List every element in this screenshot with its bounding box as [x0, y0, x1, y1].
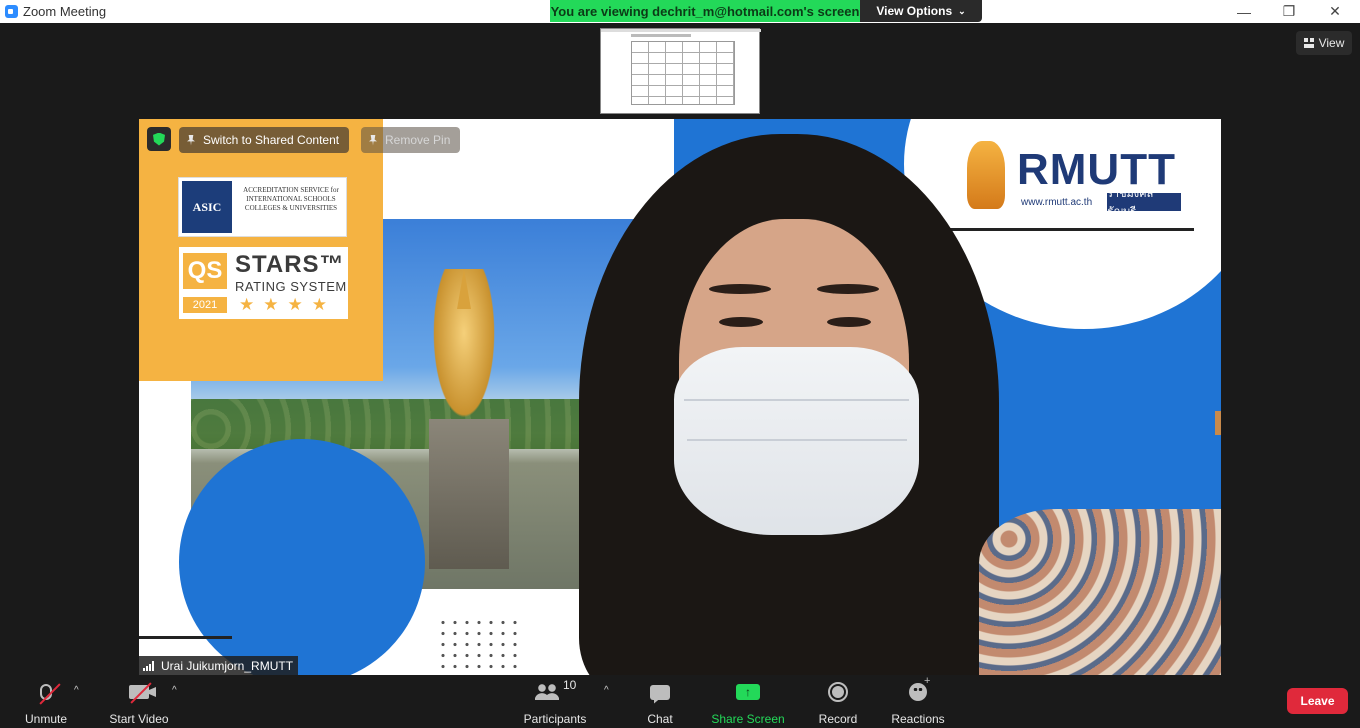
- participants-options-caret[interactable]: ^: [604, 685, 609, 696]
- background-blue-circle: [179, 439, 425, 675]
- rmutt-thai-name: ราชมงคลธัญบุรี: [1107, 188, 1181, 218]
- rmutt-url: www.rmutt.ac.th: [1021, 197, 1093, 208]
- speaker-shirt: [979, 509, 1221, 675]
- minimize-button[interactable]: —: [1221, 0, 1267, 23]
- start-video-label: Start Video: [109, 712, 169, 726]
- pin-icon: [187, 134, 195, 146]
- background-edge-mark: [1215, 411, 1221, 435]
- switch-to-shared-content-label: Switch to Shared Content: [203, 133, 340, 147]
- zoom-app-icon: [5, 5, 18, 18]
- signal-icon: [143, 660, 155, 671]
- reactions-icon: [909, 675, 930, 701]
- shield-icon: [153, 132, 165, 146]
- restore-button[interactable]: ❐: [1266, 0, 1312, 23]
- unmute-button[interactable]: Unmute: [22, 680, 70, 726]
- window-title: Zoom Meeting: [23, 4, 107, 19]
- chat-label: Chat: [647, 712, 673, 726]
- participant-name: Urai Juikumjorn_RMUTT: [161, 658, 294, 673]
- asic-mark: ASIC: [182, 181, 232, 233]
- view-options-label: View Options: [876, 4, 953, 18]
- unmute-label: Unmute: [24, 712, 68, 726]
- video-options-caret[interactable]: ^: [172, 685, 177, 696]
- remove-pin-button[interactable]: Remove Pin: [361, 127, 461, 153]
- pin-icon: [369, 134, 377, 146]
- speaker-eyebrow-right: [817, 284, 879, 294]
- participants-label: Participants: [523, 712, 587, 726]
- thumbnail-heading: [631, 34, 691, 37]
- qs-stars-text: STARS™: [235, 251, 345, 278]
- start-video-button[interactable]: Start Video: [106, 680, 172, 726]
- encryption-shield-icon[interactable]: [147, 127, 171, 151]
- reactions-button[interactable]: Reactions: [890, 675, 946, 726]
- chat-icon: [650, 684, 670, 700]
- asic-text: ACCREDITATION SERVICE for INTERNATIONAL …: [243, 186, 339, 212]
- speaker-eye-left: [719, 317, 763, 327]
- close-button[interactable]: ✕: [1312, 0, 1358, 23]
- background-dot-pattern: [437, 617, 523, 673]
- rmutt-crest-icon: [967, 141, 1005, 209]
- thumbnail-toolbar: [601, 29, 761, 32]
- switch-to-shared-content-button[interactable]: Switch to Shared Content: [179, 127, 350, 153]
- background-monument-pedestal: [429, 419, 509, 569]
- participants-count: 10: [563, 678, 577, 692]
- participant-name-tag: Urai Juikumjorn_RMUTT: [139, 656, 299, 675]
- record-label: Record: [818, 712, 858, 726]
- share-screen-label: Share Screen: [711, 712, 785, 726]
- share-screen-icon: ↑: [736, 684, 760, 700]
- view-options-button[interactable]: View Options ⌄: [860, 0, 982, 22]
- qs-stars-logo: QS STARS™ RATING SYSTEM 2021 ★★★★: [179, 247, 348, 319]
- record-button[interactable]: Record: [816, 680, 860, 726]
- mask-fold: [687, 439, 907, 441]
- thumbnail-table: [631, 41, 735, 105]
- reactions-label: Reactions: [891, 712, 945, 726]
- qs-year: 2021: [183, 297, 227, 313]
- remove-pin-label: Remove Pin: [385, 133, 451, 147]
- share-screen-button[interactable]: ↑ Share Screen: [711, 680, 785, 726]
- mic-muted-icon: [39, 683, 61, 705]
- shared-screen-thumbnail[interactable]: [600, 28, 761, 114]
- mask-fold: [684, 399, 909, 401]
- speaker-face-mask: [674, 347, 919, 535]
- audio-options-caret[interactable]: ^: [74, 685, 79, 696]
- record-icon: [828, 682, 848, 702]
- viewing-banner: You are viewing dechrit_m@hotmail.com's …: [550, 0, 860, 22]
- grid-icon: [1303, 38, 1314, 48]
- speaker-eye-right: [827, 317, 871, 327]
- participants-button[interactable]: 10 Participants: [522, 678, 588, 726]
- qs-rating-text: RATING SYSTEM: [235, 279, 347, 294]
- background-bottom-line: [139, 636, 232, 639]
- speaker-video[interactable]: ASIC ACCREDITATION SERVICE for INTERNATI…: [139, 119, 1221, 675]
- video-off-icon: [129, 682, 152, 704]
- qs-mark: QS: [183, 253, 227, 289]
- speaker-eyebrow-left: [709, 284, 771, 294]
- asic-logo: ASIC ACCREDITATION SERVICE for INTERNATI…: [178, 177, 347, 237]
- leave-button[interactable]: Leave: [1287, 688, 1348, 714]
- chevron-down-icon: ⌄: [958, 5, 966, 16]
- view-layout-label: View: [1318, 36, 1345, 50]
- meeting-toolbar: Unmute ^ Start Video ^ 10 Participants ^…: [0, 675, 1360, 728]
- participants-icon: [535, 684, 559, 700]
- view-layout-button[interactable]: View: [1296, 31, 1352, 55]
- chat-button[interactable]: Chat: [642, 680, 678, 726]
- qs-star-icons: ★★★★: [239, 295, 336, 314]
- background-divider-line: [929, 228, 1194, 231]
